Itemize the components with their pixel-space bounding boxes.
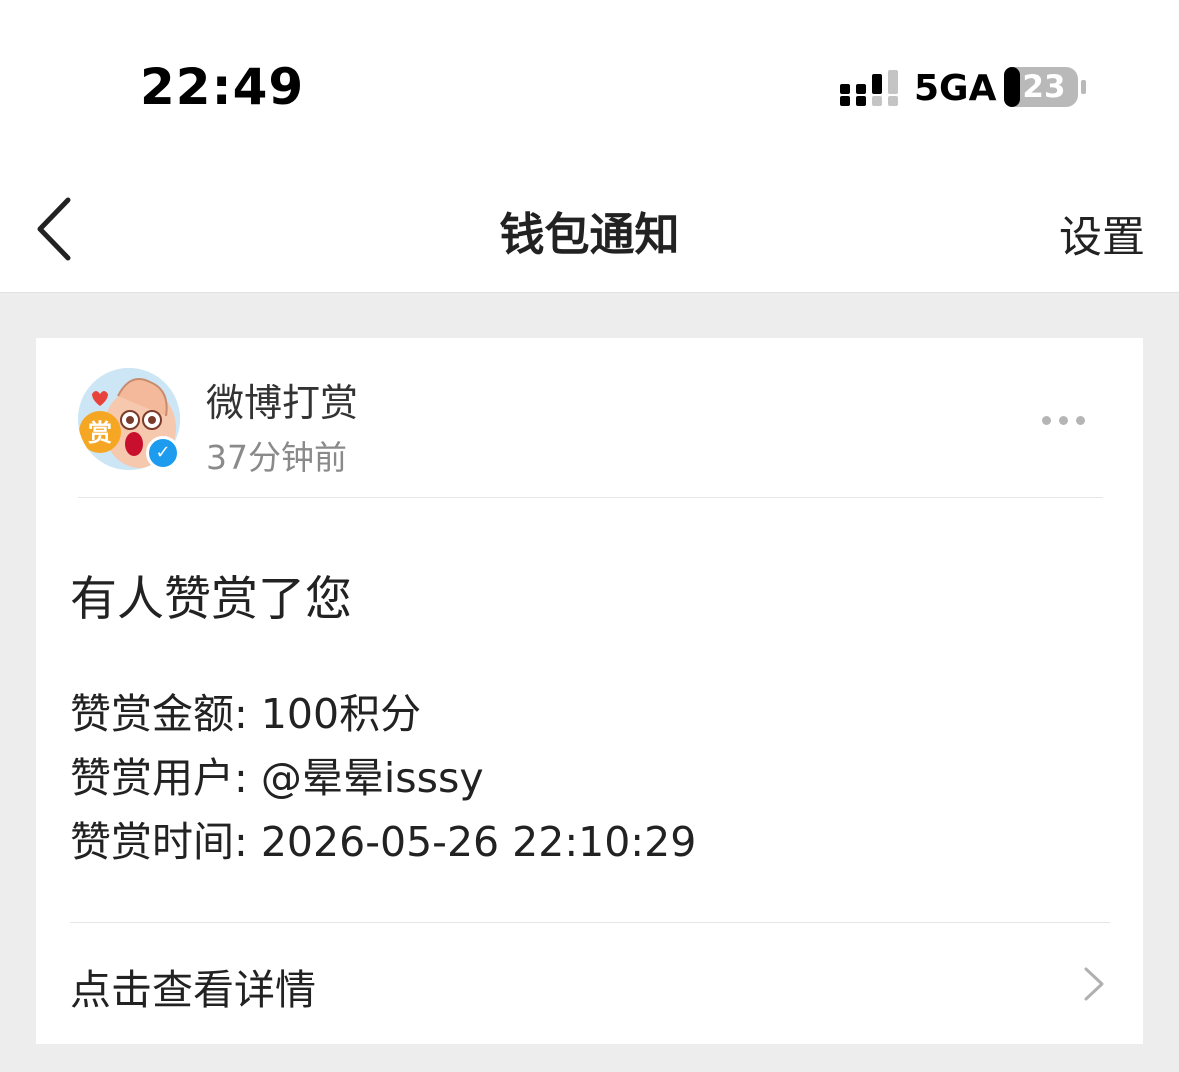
notification-card: 赏 ✓ 微博打赏 37分钟前 有人赞赏了您 赞赏金额: 100积分 赞赏用户: … — [36, 338, 1143, 1044]
dot-icon — [1042, 416, 1051, 425]
view-details-label: 点击查看详情 — [70, 966, 316, 1014]
back-button[interactable] — [30, 190, 90, 268]
notification-time: 37分钟前 — [206, 438, 347, 477]
top-bar: 22:49 5GA 23 钱包通知 设置 — [0, 0, 1179, 293]
notification-headline: 有人赞赏了您 — [70, 572, 352, 627]
status-time: 22:49 — [140, 58, 305, 116]
cellular-signal-icon — [840, 70, 898, 106]
reward-user: 赞赏用户: @晕晕isssy — [70, 754, 484, 802]
divider — [78, 497, 1103, 498]
sender-name[interactable]: 微博打赏 — [206, 372, 358, 427]
dot-icon — [1059, 416, 1068, 425]
reward-amount: 赞赏金额: 100积分 — [70, 690, 422, 738]
reward-time: 赞赏时间: 2026-05-26 22:10:29 — [70, 818, 697, 866]
chevron-left-icon — [37, 197, 71, 261]
chevron-right-icon — [1084, 967, 1104, 1001]
more-options-button[interactable] — [1042, 406, 1104, 434]
settings-button[interactable]: 设置 — [1059, 203, 1145, 265]
dot-icon — [1076, 416, 1085, 425]
network-type: 5GA — [914, 68, 997, 109]
battery-level: 23 — [1022, 69, 1066, 105]
verified-badge-icon: ✓ — [146, 436, 180, 470]
page-title: 钱包通知 — [499, 208, 680, 261]
avatar-badge-text: 赏 — [88, 419, 112, 447]
